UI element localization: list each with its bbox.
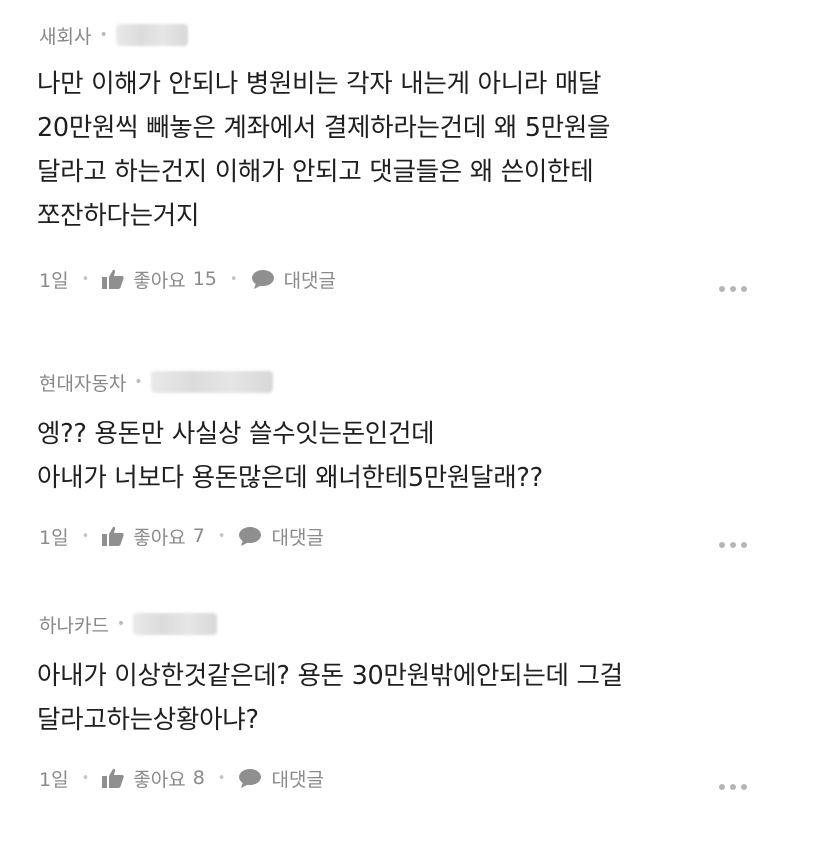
comment-meta-row: 1일 • 좋아요 15 • 대댓글	[39, 265, 336, 293]
author-company[interactable]: 새회사	[39, 22, 91, 49]
like-label: 좋아요	[133, 768, 186, 791]
reply-button[interactable]: 대댓글	[238, 765, 324, 792]
comment-body: 나만 이해가 안되나 병원비는 각자 내는게 아니라 매달 20만원씩 빼놓은 …	[37, 62, 610, 238]
comment-meta-row: 1일 • 좋아요 7 • 대댓글	[39, 522, 324, 550]
comment-time: 1일	[39, 768, 69, 791]
separator-dot: •	[229, 271, 238, 287]
comment-line: 아내가 이상한것같은데? 용돈 30만원밖에안되는데 그걸	[37, 661, 623, 691]
blurred-author-name	[150, 371, 273, 393]
like-button[interactable]: 좋아요 8	[102, 765, 205, 792]
comment-line: 달라고 하는건지 이해가 안되고 댓글들은 왜 쓴이한테	[37, 157, 594, 187]
reply-label: 대댓글	[271, 768, 324, 791]
blurred-author-name	[115, 24, 188, 46]
author-company[interactable]: 하나카드	[39, 611, 109, 638]
comment-author-row: 하나카드 •	[39, 610, 218, 638]
blurred-author-name	[133, 613, 218, 635]
like-button[interactable]: 좋아요 7	[102, 523, 205, 550]
separator-dot: •	[99, 27, 108, 43]
thumbs-up-icon	[102, 768, 124, 788]
separator-dot: •	[217, 770, 226, 786]
separator-dot: •	[134, 374, 143, 390]
comment-body: 아내가 이상한것같은데? 용돈 30만원밖에안되는데 그걸 달라고하는상황아냐?	[37, 654, 623, 742]
like-count: 15	[192, 268, 217, 290]
speech-bubble-icon	[238, 526, 262, 546]
like-count: 8	[192, 767, 205, 789]
comment-body: 엥?? 용돈만 사실상 쓸수잇는돈인건데 아내가 너보다 용돈많은데 왜너한테5…	[37, 412, 543, 500]
comment-time: 1일	[39, 269, 69, 292]
reply-button[interactable]: 대댓글	[238, 523, 324, 550]
more-dots-icon[interactable]	[719, 784, 747, 790]
reply-button[interactable]: 대댓글	[251, 266, 336, 293]
comment-line: 달라고하는상황아냐?	[37, 705, 259, 735]
comment-line: 쪼잔하다는거지	[37, 201, 200, 231]
separator-dot: •	[81, 770, 90, 786]
speech-bubble-icon	[238, 768, 262, 788]
separator-dot: •	[217, 528, 226, 544]
comment-line: 엥?? 용돈만 사실상 쓸수잇는돈인건데	[37, 419, 435, 449]
comment-author-row: 현대자동차 •	[39, 368, 273, 396]
thumbs-up-icon	[102, 269, 124, 289]
comment-line: 나만 이해가 안되나 병원비는 각자 내는게 아니라 매달	[37, 69, 602, 99]
comment-line: 20만원씩 빼놓은 계좌에서 결제하라는건데 왜 5만원을	[37, 113, 611, 143]
like-count: 7	[192, 525, 205, 547]
author-company[interactable]: 현대자동차	[39, 369, 126, 396]
reply-label: 대댓글	[271, 526, 324, 549]
like-button[interactable]: 좋아요 15	[102, 266, 217, 293]
separator-dot: •	[116, 616, 126, 632]
comment-author-row: 새회사 •	[39, 21, 188, 49]
more-dots-icon[interactable]	[719, 542, 747, 548]
like-label: 좋아요	[133, 269, 186, 292]
thumbs-up-icon	[102, 526, 124, 546]
reply-label: 대댓글	[283, 269, 337, 292]
separator-dot: •	[81, 528, 90, 544]
comment-meta-row: 1일 • 좋아요 8 • 대댓글	[39, 764, 324, 792]
more-dots-icon[interactable]	[719, 286, 747, 292]
speech-bubble-icon	[251, 269, 275, 289]
comment-line: 아내가 너보다 용돈많은데 왜너한테5만원달래??	[37, 463, 543, 493]
comment-time: 1일	[39, 526, 69, 549]
separator-dot: •	[81, 271, 90, 287]
like-label: 좋아요	[133, 526, 186, 549]
